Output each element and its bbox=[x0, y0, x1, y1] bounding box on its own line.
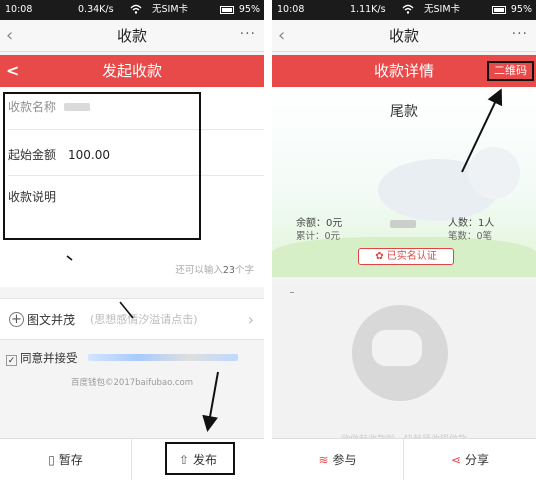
annotation-arrow bbox=[461, 88, 503, 173]
left-screen: 10:08 0.34K/s 无SIM卡 95% ‹ 收款 ··· < 发起收款 … bbox=[0, 0, 264, 480]
annotation-arrow bbox=[66, 255, 219, 432]
right-screen: 10:08 1.11K/s 无SIM卡 95% ‹ 收款 ··· 收款详情 二维… bbox=[272, 0, 536, 480]
